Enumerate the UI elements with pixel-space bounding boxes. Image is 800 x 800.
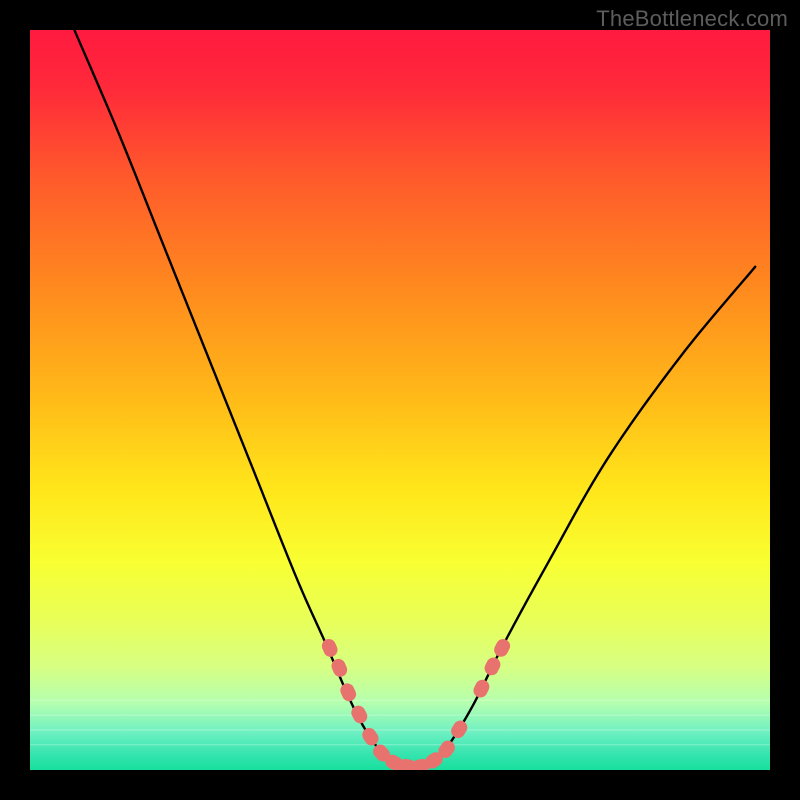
- plot-svg: [30, 30, 770, 770]
- watermark-text: TheBottleneck.com: [596, 6, 788, 32]
- band-line: [30, 715, 770, 716]
- band-line: [30, 744, 770, 745]
- chart-frame: TheBottleneck.com: [0, 0, 800, 800]
- band-line: [30, 729, 770, 730]
- gradient-background: [30, 30, 770, 770]
- band-line: [30, 700, 770, 701]
- plot-area: [30, 30, 770, 770]
